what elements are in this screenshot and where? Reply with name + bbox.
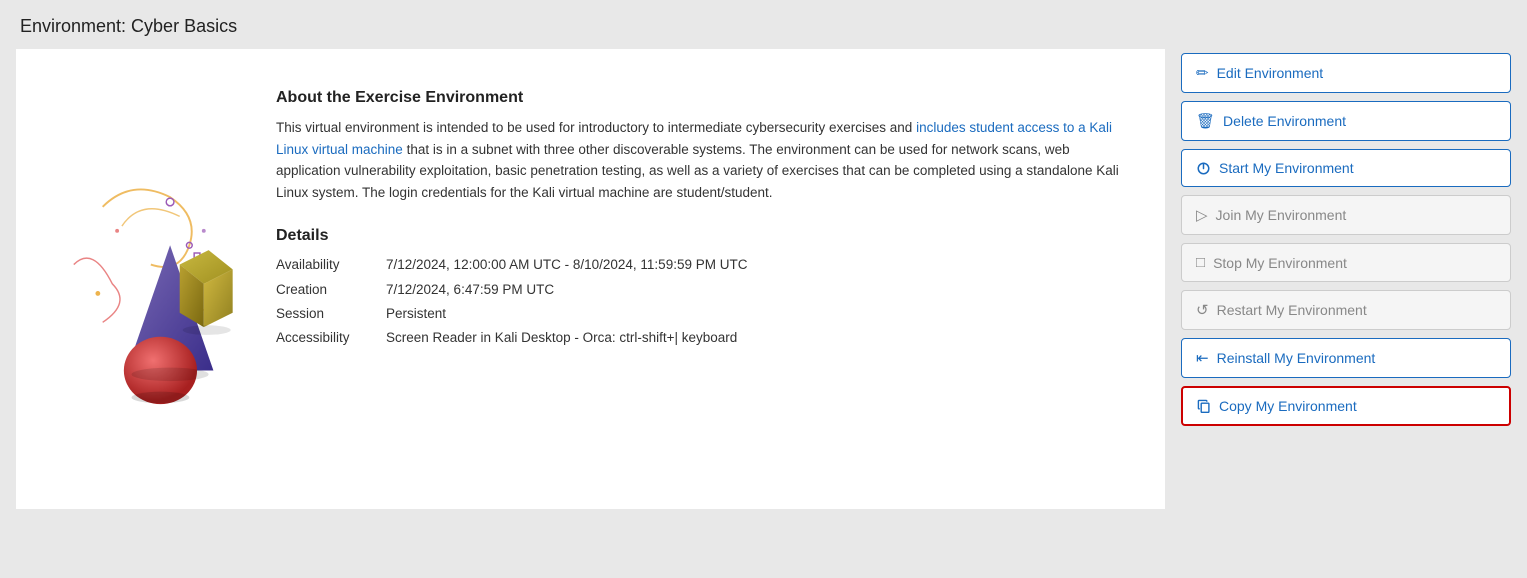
- delete-environment-button[interactable]: 🗑 Delete Environment: [1181, 101, 1511, 141]
- join-environment-button: ▷ Join My Environment: [1181, 195, 1511, 235]
- page-title: Environment: Cyber Basics: [0, 0, 1527, 49]
- detail-row-accessibility: Accessibility Screen Reader in Kali Desk…: [276, 326, 1125, 350]
- illustration: [36, 89, 256, 469]
- restart-environment-button: ↺ Restart My Environment: [1181, 290, 1511, 330]
- copy-environment-button[interactable]: Copy My Environment: [1181, 386, 1511, 426]
- reinstall-button-label: Reinstall My Environment: [1217, 350, 1376, 366]
- join-button-label: Join My Environment: [1216, 207, 1347, 223]
- detail-row-session: Session Persistent: [276, 302, 1125, 326]
- kali-link[interactable]: includes student access to a Kali Linux …: [276, 120, 1112, 157]
- label-accessibility: Accessibility: [276, 326, 386, 350]
- detail-row-availability: Availability 7/12/2024, 12:00:00 AM UTC …: [276, 253, 1125, 277]
- reinstall-environment-button[interactable]: ⇤ Reinstall My Environment: [1181, 338, 1511, 378]
- details-heading: Details: [276, 227, 1125, 245]
- stop-icon: □: [1196, 254, 1205, 271]
- value-availability: 7/12/2024, 12:00:00 AM UTC - 8/10/2024, …: [386, 253, 747, 277]
- copy-button-label: Copy My Environment: [1219, 398, 1357, 414]
- value-creation: 7/12/2024, 6:47:59 PM UTC: [386, 278, 554, 302]
- info-section: About the Exercise Environment This virt…: [276, 89, 1125, 469]
- description-text: This virtual environment is intended to …: [276, 117, 1125, 203]
- value-accessibility: Screen Reader in Kali Desktop - Orca: ct…: [386, 326, 737, 350]
- label-creation: Creation: [276, 278, 386, 302]
- value-session: Persistent: [386, 302, 446, 326]
- label-availability: Availability: [276, 253, 386, 277]
- detail-row-creation: Creation 7/12/2024, 6:47:59 PM UTC: [276, 278, 1125, 302]
- content-panel: About the Exercise Environment This virt…: [16, 49, 1165, 509]
- restart-icon: ↺: [1196, 301, 1209, 319]
- delete-button-label: Delete Environment: [1223, 113, 1346, 129]
- play-icon: ▷: [1196, 206, 1208, 224]
- power-icon: [1196, 161, 1211, 176]
- label-session: Session: [276, 302, 386, 326]
- edit-button-label: Edit Environment: [1217, 65, 1324, 81]
- about-heading: About the Exercise Environment: [276, 89, 1125, 107]
- start-environment-button[interactable]: Start My Environment: [1181, 149, 1511, 187]
- details-table: Availability 7/12/2024, 12:00:00 AM UTC …: [276, 253, 1125, 350]
- edit-icon: ✏: [1196, 64, 1209, 82]
- main-container: About the Exercise Environment This virt…: [16, 49, 1511, 509]
- edit-environment-button[interactable]: ✏ Edit Environment: [1181, 53, 1511, 93]
- sidebar: ✏ Edit Environment 🗑 Delete Environment …: [1181, 49, 1511, 426]
- copy-icon: [1197, 399, 1211, 413]
- start-button-label: Start My Environment: [1219, 160, 1354, 176]
- reinstall-icon: ⇤: [1196, 349, 1209, 367]
- stop-environment-button: □ Stop My Environment: [1181, 243, 1511, 282]
- stop-button-label: Stop My Environment: [1213, 255, 1347, 271]
- restart-button-label: Restart My Environment: [1217, 302, 1367, 318]
- trash-icon: 🗑: [1196, 112, 1215, 130]
